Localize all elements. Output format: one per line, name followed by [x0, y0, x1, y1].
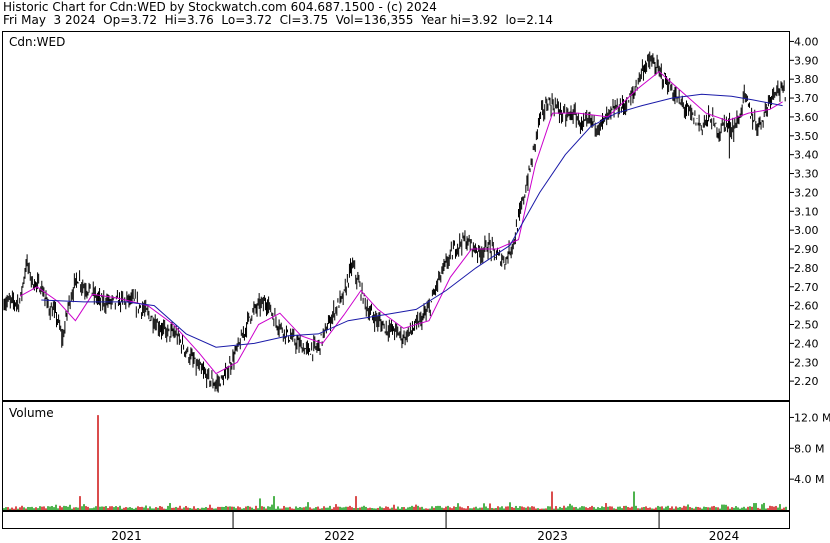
price-tick-label: 3.70 [794, 92, 819, 105]
price-tick-label: 2.30 [794, 356, 819, 369]
price-tick-label: 2.50 [794, 319, 819, 332]
price-tick-label: 3.60 [794, 111, 819, 124]
year-label: 2024 [709, 529, 740, 543]
price-tick-label: 3.00 [794, 224, 819, 237]
price-bars [3, 51, 786, 393]
volume-panel-frame [2, 401, 790, 511]
volume-label: Volume [9, 406, 54, 420]
year-label: 2021 [111, 529, 142, 543]
price-tick-label: 2.40 [794, 337, 819, 350]
price-tick-label: 3.50 [794, 130, 819, 143]
time-axis-frame [2, 511, 790, 529]
volume-tick-label: 8.0 M [794, 442, 824, 455]
volume-bars [3, 415, 787, 510]
price-y-axis: 4.00 3.90 3.80 3.70 3.60 3.50 3.40 3.30 3.20 3.10… [789, 35, 819, 388]
volume-tick-label: 4.0 M [794, 473, 824, 486]
symbol-label: Cdn:WED [9, 35, 65, 49]
volume-y-axis: 12.0 M 8.0 M 4.0 M [789, 411, 830, 486]
price-tick-label: 4.00 [794, 35, 819, 48]
price-tick-label: 3.90 [794, 54, 819, 67]
time-axis: 2021 2022 2023 2024 [111, 511, 739, 543]
price-tick-label: 3.40 [794, 149, 819, 162]
price-tick-label: 2.70 [794, 281, 819, 294]
price-tick-label: 2.90 [794, 243, 819, 256]
price-tick-label: 3.20 [794, 186, 819, 199]
price-tick-label: 2.60 [794, 300, 819, 313]
price-tick-label: 3.80 [794, 73, 819, 86]
price-tick-label: 3.30 [794, 168, 819, 181]
stock-chart: Cdn:WED 4.00 3.90 3.80 3.70 3.60 3.50 3.40 3.30… [2, 31, 830, 543]
volume-tick-label: 12.0 M [794, 411, 830, 424]
price-tick-label: 2.80 [794, 262, 819, 275]
year-label: 2023 [537, 529, 568, 543]
price-tick-label: 2.20 [794, 375, 819, 388]
price-tick-label: 3.10 [794, 205, 819, 218]
year-label: 2022 [324, 529, 355, 543]
